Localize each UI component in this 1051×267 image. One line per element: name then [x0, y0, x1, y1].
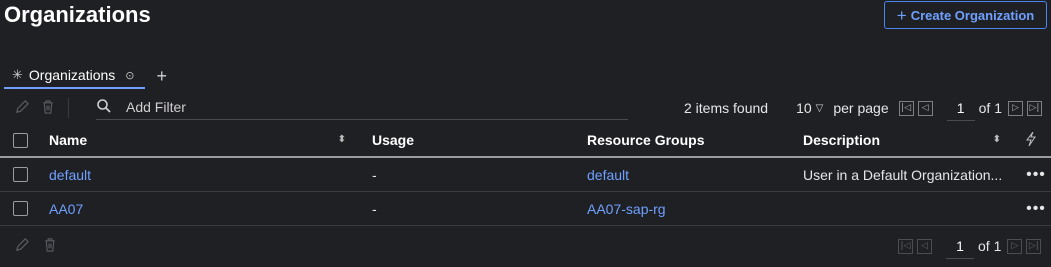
search-icon: [96, 98, 114, 116]
table-row: AA07 - AA07-sap-rg •••: [0, 192, 1051, 226]
usage-cell: -: [372, 201, 587, 217]
table-toolbar: 2 items found 10 ▽ per page |◁ ◁ of 1 ▷ …: [0, 94, 1051, 122]
add-filter-input[interactable]: [126, 98, 616, 115]
filter-bar: [96, 94, 628, 120]
per-page-label: per page: [833, 100, 889, 116]
trash-icon[interactable]: [40, 237, 60, 256]
more-horizontal-icon[interactable]: •••: [1026, 200, 1046, 218]
trash-icon[interactable]: [38, 99, 58, 118]
page-title: Organizations: [4, 2, 151, 27]
pin-icon[interactable]: ⊙: [125, 69, 134, 82]
select-all-cell: [0, 132, 49, 148]
usage-value: -: [372, 166, 377, 183]
select-all-checkbox[interactable]: [13, 132, 28, 148]
next-page-button[interactable]: ▷: [1007, 100, 1023, 116]
create-organization-button[interactable]: + Create Organization: [884, 1, 1047, 29]
per-page-value: 10: [796, 100, 812, 116]
description-cell: User in a Default Organization...: [803, 167, 1021, 183]
more-horizontal-icon[interactable]: •••: [1026, 166, 1046, 184]
table-row: default - default User in a Default Orga…: [0, 158, 1051, 192]
tab-organizations[interactable]: ✳ Organizations ⊙: [4, 63, 145, 89]
create-organization-label: Create Organization: [910, 7, 1035, 23]
previous-page-button[interactable]: ◁: [917, 238, 932, 254]
resource-groups-cell: default: [587, 167, 803, 183]
plus-icon: +: [896, 5, 907, 25]
column-header-resource-groups: Resource Groups: [587, 132, 803, 148]
resource-group-link[interactable]: AA07-sap-rg: [587, 201, 666, 217]
row-checkbox[interactable]: [13, 167, 28, 182]
organizations-table: Name ⬍ Usage Resource Groups Description…: [0, 124, 1051, 226]
organization-name-link[interactable]: default: [49, 167, 91, 183]
column-header-description[interactable]: Description ⬍: [803, 132, 1011, 148]
top-pagination: 2 items found 10 ▽ per page |◁ ◁ of 1 ▷ …: [684, 95, 1046, 121]
name-cell: AA07: [49, 201, 372, 217]
row-select-cell: [0, 167, 49, 182]
items-found-count: 2 items found: [684, 100, 769, 116]
column-label-description: Description: [803, 132, 881, 148]
sort-icon[interactable]: ⬍: [993, 135, 1001, 145]
column-actions-cell: [1011, 131, 1051, 149]
pencil-icon[interactable]: [12, 99, 32, 118]
add-tab-plus-icon[interactable]: +: [157, 67, 168, 85]
resource-group-link[interactable]: default: [587, 167, 629, 183]
row-actions-cell: •••: [1021, 166, 1051, 184]
asterisk-icon: ✳: [12, 67, 23, 82]
resource-groups-cell: AA07-sap-rg: [587, 201, 803, 217]
column-header-name[interactable]: Name ⬍: [49, 132, 372, 148]
description-value: User in a Default Organization...: [803, 166, 1003, 183]
table-header-row: Name ⬍ Usage Resource Groups Description…: [0, 124, 1051, 158]
previous-page-button[interactable]: ◁: [917, 100, 933, 116]
chevron-down-icon: ▽: [815, 102, 824, 114]
row-select-cell: [0, 201, 49, 216]
page-number-input[interactable]: [946, 233, 974, 259]
bottom-pagination: |◁ ◁ of 1 ▷ ▷|: [898, 233, 1045, 259]
organization-name-link[interactable]: AA07: [49, 201, 83, 217]
name-cell: default: [49, 167, 372, 183]
page-count-label: of 1: [978, 100, 1002, 116]
first-page-button[interactable]: |◁: [898, 100, 914, 116]
bottom-toolbar: |◁ ◁ of 1 ▷ ▷|: [0, 232, 1051, 260]
page-count-label: of 1: [978, 238, 1002, 254]
pencil-icon[interactable]: [12, 237, 32, 256]
row-actions-cell: •••: [1021, 200, 1051, 218]
last-page-button[interactable]: ▷|: [1026, 238, 1042, 254]
per-page-select[interactable]: 10 ▽: [796, 100, 823, 116]
sort-icon[interactable]: ⬍: [338, 135, 346, 145]
column-label-resource-groups: Resource Groups: [587, 132, 705, 148]
column-label-name: Name: [49, 132, 88, 148]
column-label-usage: Usage: [372, 132, 415, 148]
toolbar-divider: [68, 98, 69, 118]
tab-label: Organizations: [28, 67, 116, 83]
column-header-usage: Usage: [372, 132, 587, 148]
first-page-button[interactable]: |◁: [898, 238, 913, 254]
page-number-input[interactable]: [946, 95, 975, 121]
tab-bar: ✳ Organizations ⊙ +: [4, 63, 167, 89]
usage-value: -: [372, 200, 377, 217]
usage-cell: -: [372, 167, 587, 183]
row-checkbox[interactable]: [13, 201, 28, 216]
last-page-button[interactable]: ▷|: [1026, 100, 1042, 116]
lightning-icon[interactable]: [1026, 131, 1036, 149]
next-page-button[interactable]: ▷: [1007, 238, 1023, 254]
